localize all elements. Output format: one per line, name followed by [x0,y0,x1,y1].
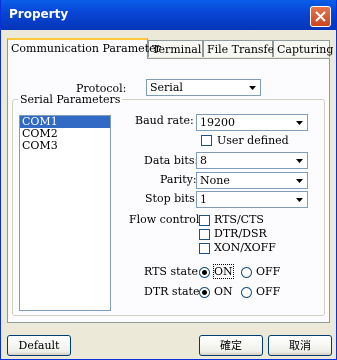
stop-bits-label: Stop bits: [145,192,199,205]
baud-rate-label: Baud rate: [135,114,194,127]
stop-bits-value: 1 [200,193,207,206]
tab-communication-parameter[interactable]: Communication Parameter [7,38,161,59]
dtr-on-radio[interactable] [199,287,210,298]
parity-label: Parity: [160,173,197,186]
rts-off-label: OFF [256,265,281,278]
tab-label: File Transfer [207,43,280,56]
tab-label: Capturing [277,43,334,56]
data-bits-label: Data bits: [144,154,199,167]
tab-capturing[interactable]: Capturing [273,40,334,57]
dtr-off-radio[interactable] [241,287,252,298]
baud-rate-value: 19200 [200,116,235,129]
rts-off-radio[interactable] [241,267,252,278]
protocol-select[interactable]: Serial [146,79,261,96]
baud-rate-select[interactable]: 19200 [196,114,308,131]
dtr-dsr-checkbox[interactable] [199,229,210,240]
list-item-com3[interactable]: COM3 [20,140,110,152]
chevron-down-icon [249,86,256,90]
user-defined-checkbox[interactable] [201,135,212,146]
data-bits-select[interactable]: 8 [196,152,308,169]
property-dialog: Property Communication Parameter Termina… [0,0,337,360]
serial-parameters-legend: Serial Parameters [18,93,123,106]
data-bits-value: 8 [200,154,207,167]
rts-cts-checkbox[interactable] [199,215,210,226]
tab-label: Communication Parameter [11,42,161,55]
chevron-down-icon [296,198,303,202]
close-icon [315,11,326,22]
tab-panel: Protocol: Serial Serial Parameters COM1 … [7,58,330,323]
dtr-on-label: ON [214,285,233,298]
stop-bits-select[interactable]: 1 [196,191,308,208]
chevron-down-icon [296,159,303,163]
rts-on-label: ON [213,264,234,279]
ok-button[interactable]: 確定 [199,335,263,356]
com-port-list[interactable]: COM1 COM2 COM3 [19,115,111,311]
dtr-off-label: OFF [256,285,281,298]
rts-on-radio[interactable] [199,267,210,278]
cancel-button[interactable]: 取消 [268,335,332,356]
user-defined-label: User defined [217,134,289,147]
xon-xoff-label: XON/XOFF [214,241,276,254]
xon-xoff-checkbox[interactable] [199,243,210,254]
close-button[interactable] [310,6,331,27]
title-bar[interactable]: Property [1,0,336,30]
dtr-dsr-label: DTR/DSR [214,227,267,240]
protocol-value: Serial [150,81,183,94]
chevron-down-icon [296,179,303,183]
dtr-state-label: DTR state: [144,285,204,298]
chevron-down-icon [296,121,303,125]
parity-select[interactable]: None [196,172,308,189]
rts-state-label: RTS state: [144,265,202,278]
tab-file-transfer[interactable]: File Transfer [203,40,279,57]
parity-value: None [200,174,230,187]
window-title: Property [9,7,69,21]
flow-control-label: Flow control: [129,213,204,226]
rts-cts-label: RTS/CTS [214,213,264,226]
default-button[interactable]: Default [7,335,71,356]
